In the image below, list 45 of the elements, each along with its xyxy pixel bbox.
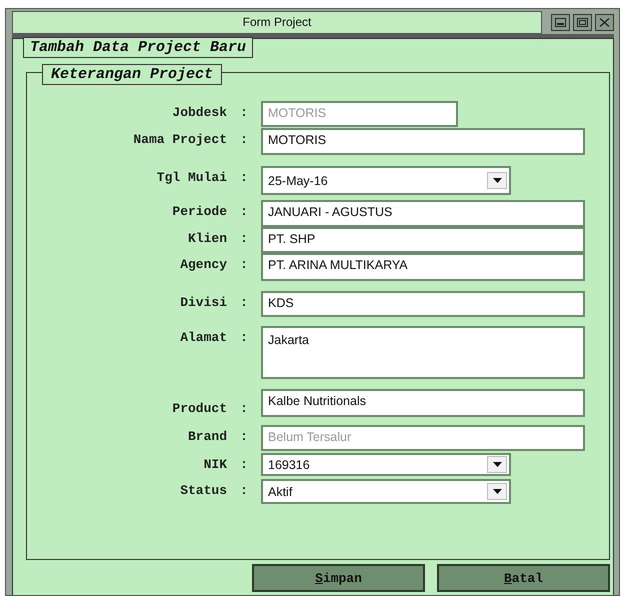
text-area[interactable]: Jakarta: [261, 326, 585, 379]
dropdown-field[interactable]: 25-May-16: [261, 166, 511, 195]
input-field[interactable]: PT. ARINA MULTIKARYA: [261, 253, 585, 281]
colon-separator: :: [239, 329, 249, 345]
colon-separator: :: [239, 104, 249, 120]
section-heading: Tambah Data Project Baru: [23, 37, 254, 58]
input-field[interactable]: PT. SHP: [261, 227, 585, 253]
field-label: Tgl Mulai: [156, 169, 227, 185]
action-button[interactable]: Batal: [437, 564, 610, 592]
input-field[interactable]: Kalbe Nutritionals: [261, 389, 585, 417]
field-label: Periode: [171, 203, 227, 219]
field-label: Jobdesk: [171, 104, 227, 120]
colon-separator: :: [239, 456, 249, 472]
colon-separator: :: [239, 294, 249, 310]
group-title: Keterangan Project: [42, 64, 222, 85]
input-field[interactable]: MOTORIS: [261, 128, 585, 155]
colon-separator: :: [239, 482, 249, 498]
field-label: Agency: [179, 256, 227, 272]
field-label: Divisi: [179, 294, 227, 310]
input-field[interactable]: KDS: [261, 291, 585, 317]
colon-separator: :: [239, 428, 249, 444]
window-title: Form Project: [12, 11, 542, 34]
field-label: Status: [179, 482, 227, 498]
colon-separator: :: [239, 169, 249, 185]
minimize-icon: [555, 18, 566, 27]
field-label: Nama Project: [132, 131, 227, 147]
action-button[interactable]: Simpan: [252, 564, 425, 592]
maximize-icon: [577, 18, 588, 27]
colon-separator: :: [239, 400, 249, 416]
dropdown-field[interactable]: Aktif: [261, 479, 511, 504]
colon-separator: :: [239, 131, 249, 147]
input-field[interactable]: JANUARI - AGUSTUS: [261, 200, 585, 227]
field-label: Alamat: [179, 329, 227, 345]
colon-separator: :: [239, 203, 249, 219]
field-label: NIK: [202, 456, 227, 472]
field-label: Klien: [186, 230, 227, 246]
field-label: Product: [171, 400, 227, 416]
colon-separator: :: [239, 256, 249, 272]
colon-separator: :: [239, 230, 249, 246]
maximize-button[interactable]: [573, 14, 592, 31]
close-icon: [599, 18, 610, 27]
dropdown-field[interactable]: 169316: [261, 453, 511, 476]
field-label: Brand: [186, 428, 227, 444]
close-button[interactable]: [595, 14, 614, 31]
minimize-button[interactable]: [551, 14, 570, 31]
